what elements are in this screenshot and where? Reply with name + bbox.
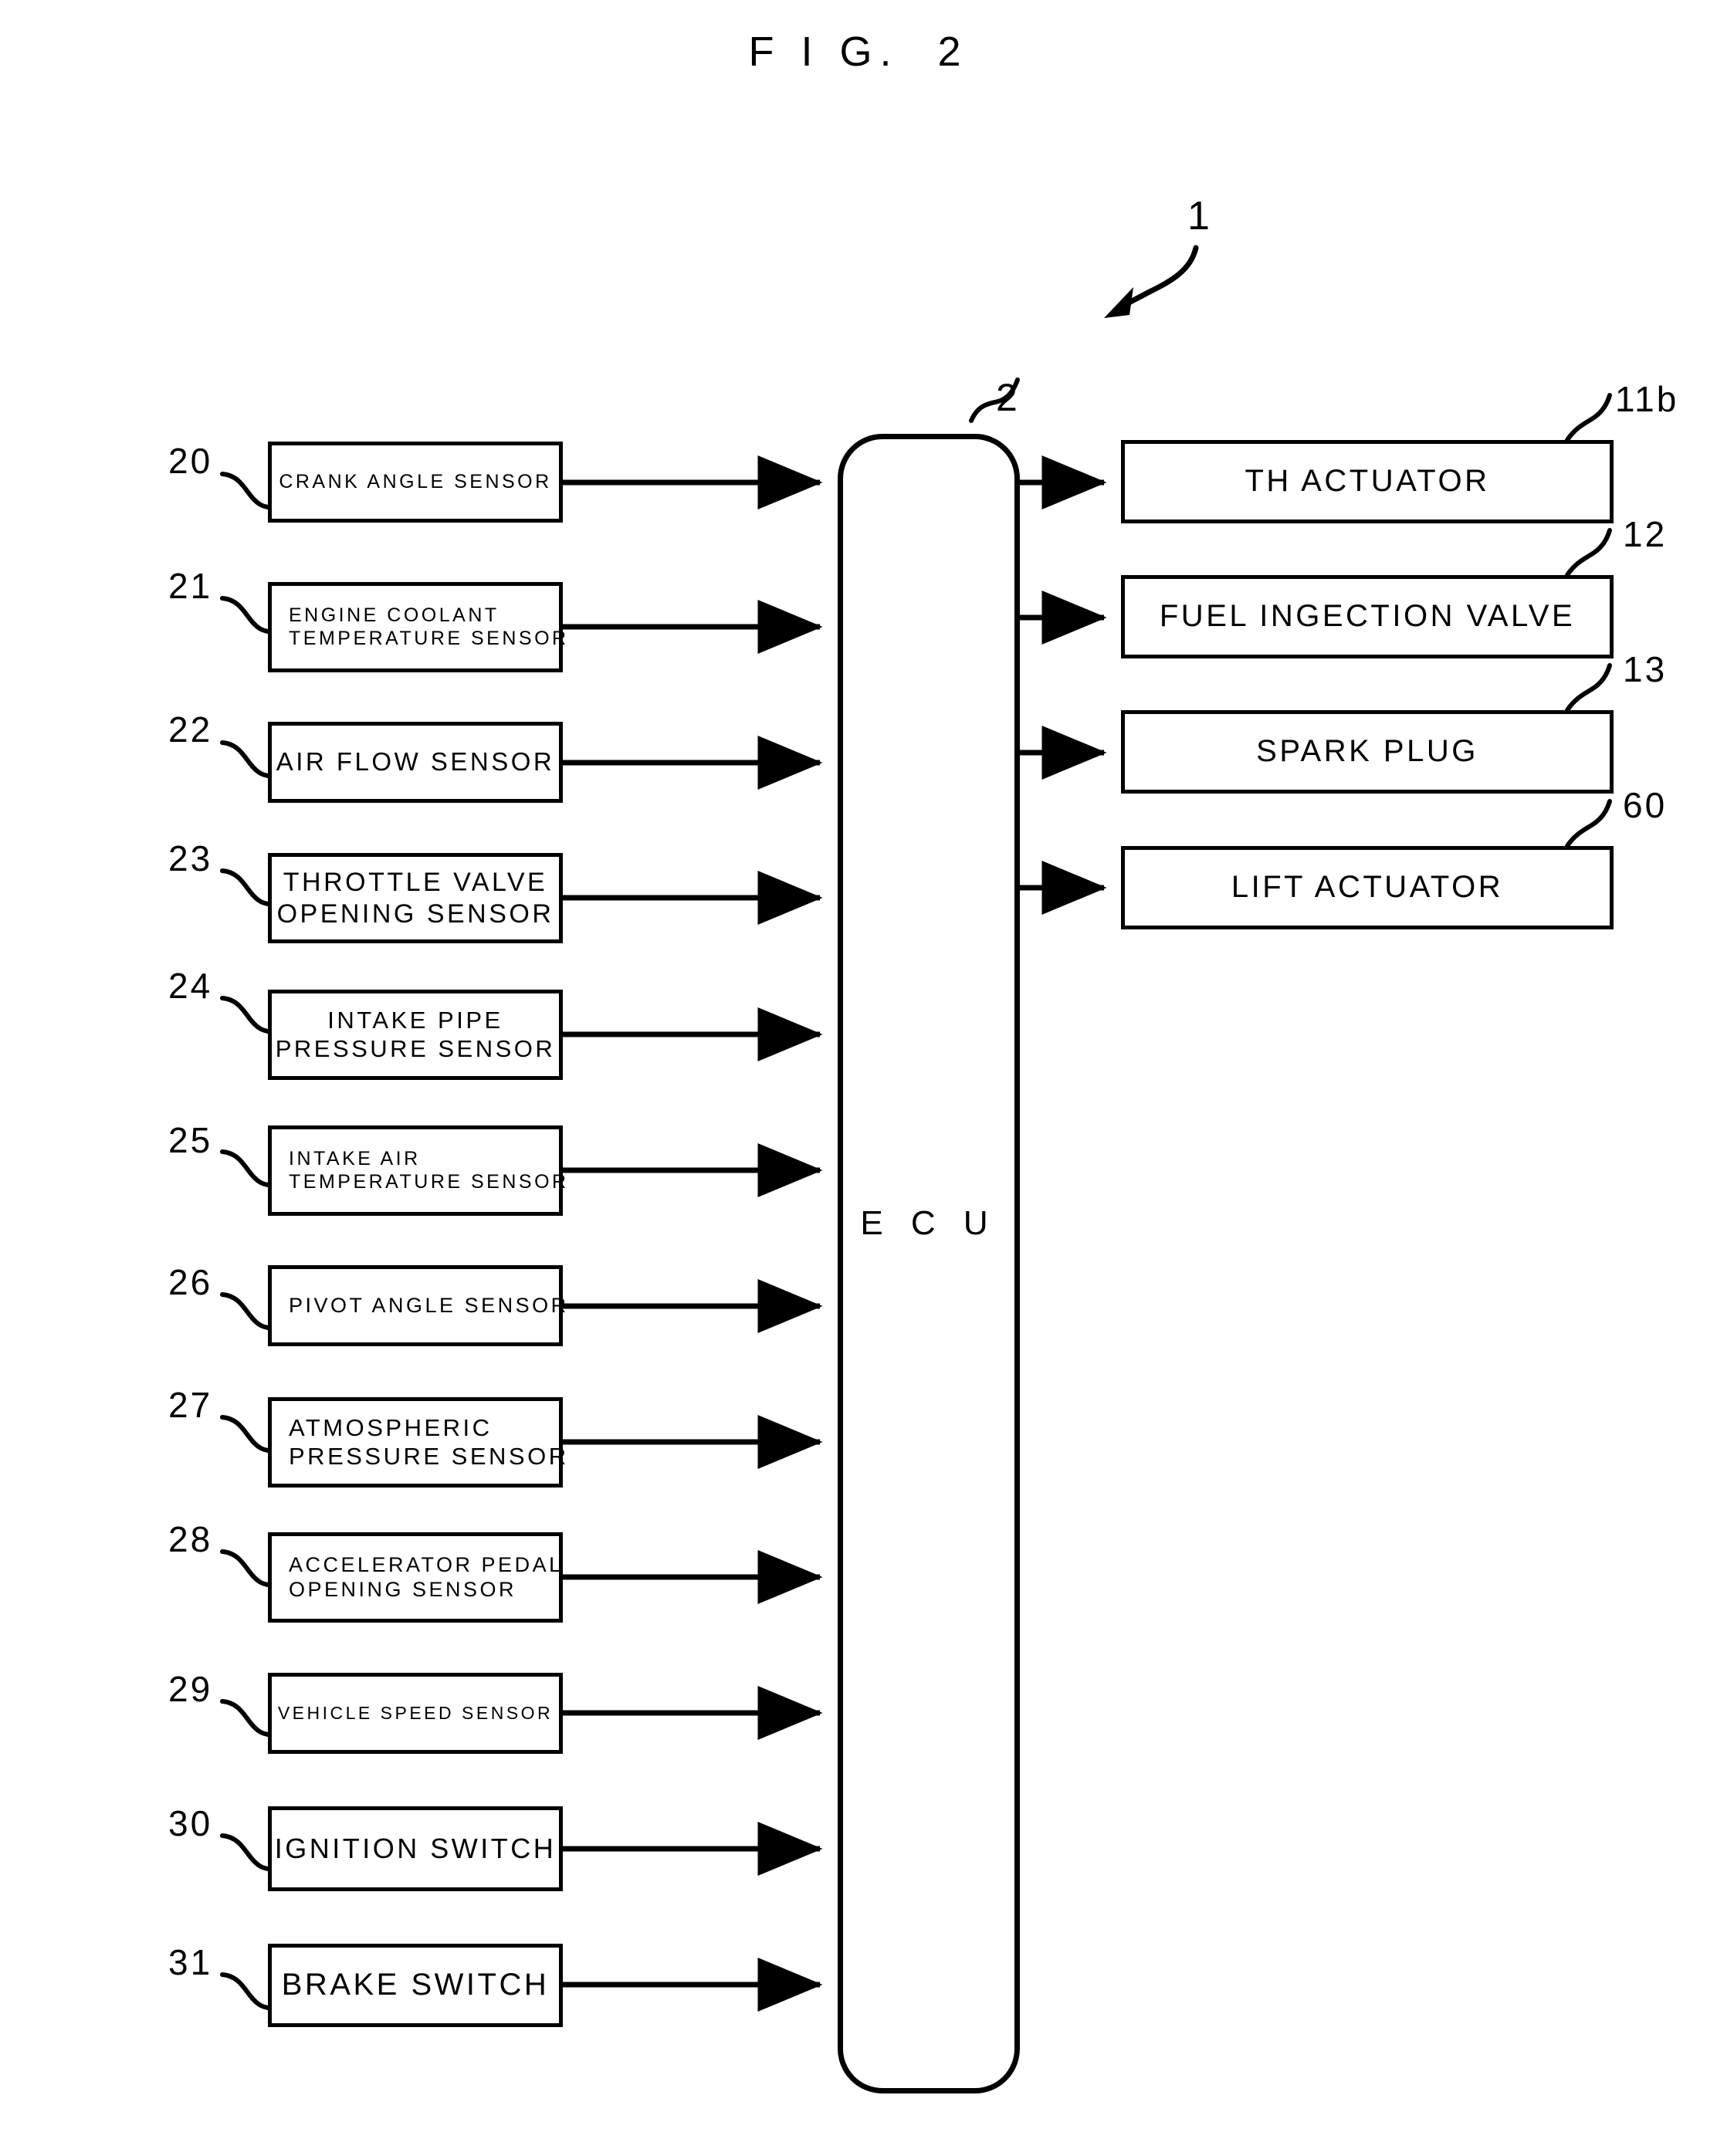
sensor-box-atmospheric-pressure[interactable]: ATMOSPHERIC PRESSURE SENSOR <box>268 1397 566 1488</box>
actuator-label-th: TH ACTUATOR <box>1245 464 1490 499</box>
ref-numeral-30: 30 <box>168 1803 213 1843</box>
ref-numeral-29: 29 <box>168 1669 213 1709</box>
sensor-label-vehicle-speed: VEHICLE SPEED SENSOR <box>277 1702 554 1723</box>
ref-numeral-13: 13 <box>1623 649 1668 689</box>
actuator-box-fuel-injection-valve[interactable]: FUEL INGECTION VALVE <box>1121 575 1614 658</box>
ref-numeral-25: 25 <box>168 1120 213 1160</box>
actuator-label-spark-plug: SPARK PLUG <box>1256 734 1478 769</box>
ref-numeral-60: 60 <box>1623 785 1668 825</box>
actuator-label-lift: LIFT ACTUATOR <box>1231 870 1504 905</box>
sensor-box-intake-pipe-pressure[interactable]: INTAKE PIPE PRESSURE SENSOR <box>268 990 563 1080</box>
sensor-box-throttle-valve-opening[interactable]: THROTTLE VALVE OPENING SENSOR <box>268 853 563 943</box>
sensor-label-atmospheric-pressure: ATMOSPHERIC PRESSURE SENSOR <box>289 1413 569 1470</box>
sensor-label-accelerator-pedal-opening: ACCELERATOR PEDAL OPENING SENSOR <box>289 1552 564 1601</box>
sensor-label-intake-air-temperature: INTAKE AIR TEMPERATURE SENSOR <box>289 1148 569 1193</box>
sensor-label-air-flow: AIR FLOW SENSOR <box>276 747 555 777</box>
switch-label-brake: BRAKE SWITCH <box>281 1968 550 2002</box>
ref-numeral-27: 27 <box>168 1385 213 1425</box>
sensor-label-pivot-angle: PIVOT ANGLE SENSOR <box>289 1293 569 1317</box>
actuator-label-fuel-injection-valve: FUEL INGECTION VALVE <box>1159 599 1576 634</box>
sensor-label-crank-angle: CRANK ANGLE SENSOR <box>279 470 552 492</box>
ref-numeral-31: 31 <box>168 1942 213 1982</box>
sensor-box-intake-air-temperature[interactable]: INTAKE AIR TEMPERATURE SENSOR <box>268 1125 566 1216</box>
ref-numeral-ecu: 2 <box>996 376 1020 419</box>
ref-numeral-21: 21 <box>168 566 213 606</box>
ref-numeral-assembly: 1 <box>1187 194 1212 239</box>
actuator-box-spark-plug[interactable]: SPARK PLUG <box>1121 710 1614 794</box>
ecu-block[interactable] <box>838 434 1020 2093</box>
ref-numeral-23: 23 <box>168 838 213 878</box>
sensor-box-accelerator-pedal-opening[interactable]: ACCELERATOR PEDAL OPENING SENSOR <box>268 1532 563 1623</box>
ref-numeral-22: 22 <box>168 709 213 750</box>
sensor-label-engine-coolant-temperature: ENGINE COOLANT TEMPERATURE SENSOR <box>289 604 569 649</box>
input-arrows <box>563 455 823 2012</box>
actuator-box-lift[interactable]: LIFT ACTUATOR <box>1121 846 1614 929</box>
figure-sheet: F I G. 2 E C U 1 2 20 21 22 23 24 25 26 … <box>0 0 1717 2156</box>
ref-numeral-11b: 11b <box>1615 379 1679 419</box>
actuator-box-th[interactable]: TH ACTUATOR <box>1121 440 1614 523</box>
ref-numeral-20: 20 <box>168 441 213 481</box>
sensor-box-pivot-angle[interactable]: PIVOT ANGLE SENSOR <box>268 1265 566 1346</box>
assembly-leader-arrow <box>1104 245 1199 318</box>
sensor-box-vehicle-speed[interactable]: VEHICLE SPEED SENSOR <box>268 1673 563 1754</box>
switch-box-brake[interactable]: BRAKE SWITCH <box>268 1944 563 2027</box>
switch-label-ignition: IGNITION SWITCH <box>274 1832 557 1864</box>
sensor-box-engine-coolant-temperature[interactable]: ENGINE COOLANT TEMPERATURE SENSOR <box>268 582 566 672</box>
ref-numeral-24: 24 <box>168 966 213 1006</box>
sensor-box-crank-angle[interactable]: CRANK ANGLE SENSOR <box>268 442 563 523</box>
input-ref-leaders <box>220 472 270 2010</box>
switch-box-ignition[interactable]: IGNITION SWITCH <box>268 1806 563 1891</box>
ref-numeral-26: 26 <box>168 1262 213 1302</box>
output-arrows <box>1018 455 1107 915</box>
sensor-label-intake-pipe-pressure: INTAKE PIPE PRESSURE SENSOR <box>275 1006 556 1062</box>
ecu-label: E C U <box>860 1204 997 1242</box>
sensor-box-air-flow[interactable]: AIR FLOW SENSOR <box>268 722 563 803</box>
sensor-label-throttle-valve-opening: THROTTLE VALVE OPENING SENSOR <box>276 868 554 929</box>
ref-numeral-28: 28 <box>168 1519 213 1559</box>
ref-numeral-12: 12 <box>1623 514 1668 554</box>
figure-title: F I G. 2 <box>748 29 969 75</box>
